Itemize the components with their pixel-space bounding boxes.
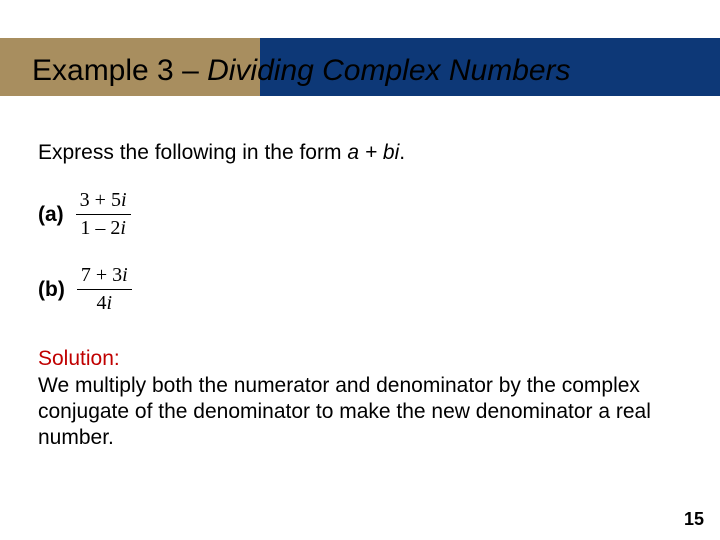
part-a-label: (a) xyxy=(38,202,64,228)
instruction-pre: Express the following in the form xyxy=(38,141,347,164)
page-number: 15 xyxy=(684,509,704,530)
slide: Example 3 – Dividing Complex Numbers Exp… xyxy=(0,0,720,540)
part-b-numerator: 7 + 3i xyxy=(77,263,132,290)
part-b-denominator: 4i xyxy=(77,290,132,316)
instruction: Express the following in the form a + bi… xyxy=(38,140,682,166)
slide-title: Example 3 – Dividing Complex Numbers xyxy=(32,54,571,88)
solution-text: We multiply both the numerator and denom… xyxy=(38,373,682,452)
part-a: (a) 3 + 5i 1 – 2i xyxy=(38,188,682,241)
part-b: (b) 7 + 3i 4i xyxy=(38,263,682,316)
instruction-post: . xyxy=(399,141,405,164)
title-prefix: Example 3 – xyxy=(32,54,207,87)
part-b-label: (b) xyxy=(38,277,65,303)
part-a-fraction: 3 + 5i 1 – 2i xyxy=(76,188,131,241)
part-b-fraction: 7 + 3i 4i xyxy=(77,263,132,316)
part-a-denominator: 1 – 2i xyxy=(76,215,131,241)
title-topic: Dividing Complex Numbers xyxy=(207,54,570,87)
solution-block: Solution: We multiply both the numerator… xyxy=(38,346,682,451)
slide-header: Example 3 – Dividing Complex Numbers xyxy=(0,0,720,72)
part-a-numerator: 3 + 5i xyxy=(76,188,131,215)
solution-heading: Solution: xyxy=(38,346,682,372)
instruction-expr: a + bi xyxy=(347,141,399,164)
slide-body: Express the following in the form a + bi… xyxy=(38,140,682,451)
